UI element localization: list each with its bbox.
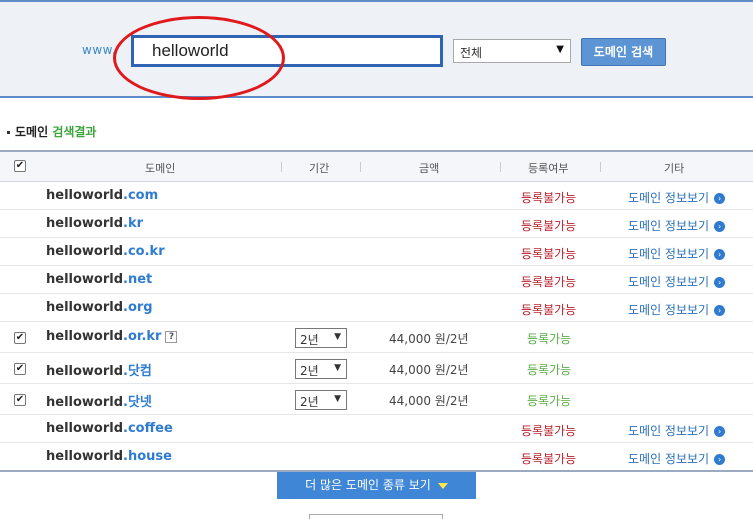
- domain-info-link[interactable]: 도메인 정보보기 ›: [628, 422, 726, 439]
- select-all-checkbox[interactable]: ✔: [14, 160, 26, 172]
- domain-info-link[interactable]: 도메인 정보보기 ›: [628, 189, 726, 206]
- chevron-down-icon: ▼: [556, 44, 564, 55]
- price-text: 44,000 원/2년: [389, 332, 469, 346]
- column-header-etc: 기타: [664, 162, 685, 175]
- table-row: ✔ helloworld.닷넷 2년 ▼ 44,000 원/2년 등록가능: [0, 384, 753, 415]
- status-unavailable: 등록불가능: [521, 275, 577, 289]
- domain-info-link[interactable]: 도메인 정보보기 ›: [628, 245, 726, 262]
- domain-info-link[interactable]: 도메인 정보보기 ›: [628, 301, 726, 318]
- triangle-down-icon: [437, 482, 448, 489]
- row-checkbox[interactable]: ✔: [14, 332, 26, 344]
- domain-name: helloworld.kr: [46, 216, 144, 231]
- results-title: 도메인 검색결과: [7, 123, 96, 140]
- status-available: 등록가능: [527, 363, 572, 377]
- table-row: ✔ helloworld.닷컴 2년 ▼ 44,000 원/2년 등록가능: [0, 353, 753, 384]
- table-row: helloworld.co.kr 등록불가능 도메인 정보보기 ›: [0, 238, 753, 266]
- domain-name: helloworld.house: [46, 449, 172, 464]
- column-header-price: 금액: [419, 162, 440, 175]
- bullet-icon: [7, 131, 10, 134]
- status-unavailable: 등록불가능: [521, 219, 577, 233]
- results-table: ✔ 도메인 기간 금액 등록여부 기타 helloworld.com 등록불가능…: [0, 150, 753, 471]
- arrow-right-icon: ›: [714, 305, 726, 316]
- domain-type-select[interactable]: 전체 ▼: [453, 39, 571, 63]
- table-row: helloworld.house 등록불가능 도메인 정보보기 ›: [0, 443, 753, 471]
- domain-search-input[interactable]: helloworld: [131, 35, 443, 67]
- arrow-right-icon: ›: [714, 193, 726, 204]
- column-header-status: 등록여부: [528, 162, 569, 175]
- domain-search-panel: www. helloworld 전체 ▼ 도메인 검색: [0, 0, 753, 100]
- domain-name: helloworld.co.kr: [46, 244, 165, 259]
- domain-name: helloworld.org: [46, 300, 153, 315]
- domain-name: helloworld.coffee: [46, 421, 173, 436]
- row-checkbox[interactable]: ✔: [14, 394, 26, 406]
- more-domain-types-button[interactable]: 더 많은 도메인 종류 보기: [277, 472, 476, 499]
- chevron-down-icon: ▼: [334, 394, 341, 404]
- table-row: helloworld.net 등록불가능 도메인 정보보기 ›: [0, 266, 753, 294]
- domain-name: helloworld.or.kr?: [46, 329, 178, 344]
- results-title-prefix: 도메인: [15, 125, 49, 139]
- table-row: ✔ helloworld.or.kr? 2년 ▼ 44,000 원/2년 등록가능: [0, 322, 753, 353]
- period-select[interactable]: 2년 ▼: [295, 390, 347, 410]
- row-checkbox[interactable]: ✔: [14, 363, 26, 375]
- period-select[interactable]: 2년 ▼: [295, 359, 347, 379]
- price-text: 44,000 원/2년: [389, 394, 469, 408]
- domain-info-link[interactable]: 도메인 정보보기 ›: [628, 450, 726, 467]
- table-row: helloworld.coffee 등록불가능 도메인 정보보기 ›: [0, 415, 753, 443]
- domain-name: helloworld.com: [46, 188, 159, 203]
- chevron-down-icon: ▼: [334, 332, 341, 342]
- status-unavailable: 등록불가능: [521, 247, 577, 261]
- arrow-right-icon: ›: [714, 221, 726, 232]
- table-row: helloworld.com 등록불가능 도메인 정보보기 ›: [0, 182, 753, 210]
- status-unavailable: 등록불가능: [521, 303, 577, 317]
- status-unavailable: 등록불가능: [521, 452, 577, 466]
- column-header-domain: 도메인: [145, 162, 176, 175]
- domain-type-selected: 전체: [460, 46, 483, 60]
- status-available: 등록가능: [527, 332, 572, 346]
- domain-info-link[interactable]: 도메인 정보보기 ›: [628, 273, 726, 290]
- domain-name: helloworld.닷넷: [46, 395, 152, 410]
- column-header-period: 기간: [309, 162, 330, 175]
- period-select[interactable]: 2년 ▼: [295, 328, 347, 348]
- arrow-right-icon: ›: [714, 277, 726, 288]
- status-available: 등록가능: [527, 394, 572, 408]
- table-row: helloworld.org 등록불가능 도메인 정보보기 ›: [0, 294, 753, 322]
- status-unavailable: 등록불가능: [521, 424, 577, 438]
- table-row: helloworld.kr 등록불가능 도메인 정보보기 ›: [0, 210, 753, 238]
- domain-name: helloworld.닷컴: [46, 364, 152, 379]
- help-icon[interactable]: ?: [165, 330, 178, 343]
- arrow-right-icon: ›: [714, 249, 726, 260]
- chevron-down-icon: ▼: [334, 363, 341, 373]
- price-text: 44,000 원/2년: [389, 363, 469, 377]
- next-section-box: [309, 514, 443, 519]
- results-title-highlight: 검색결과: [52, 125, 97, 139]
- table-header: ✔ 도메인 기간 금액 등록여부 기타: [0, 152, 753, 182]
- www-prefix-label: www.: [82, 43, 117, 57]
- domain-name: helloworld.net: [46, 272, 153, 287]
- status-unavailable: 등록불가능: [521, 191, 577, 205]
- domain-search-button[interactable]: 도메인 검색: [581, 38, 666, 66]
- arrow-right-icon: ›: [714, 426, 726, 437]
- arrow-right-icon: ›: [714, 454, 726, 465]
- domain-info-link[interactable]: 도메인 정보보기 ›: [628, 217, 726, 234]
